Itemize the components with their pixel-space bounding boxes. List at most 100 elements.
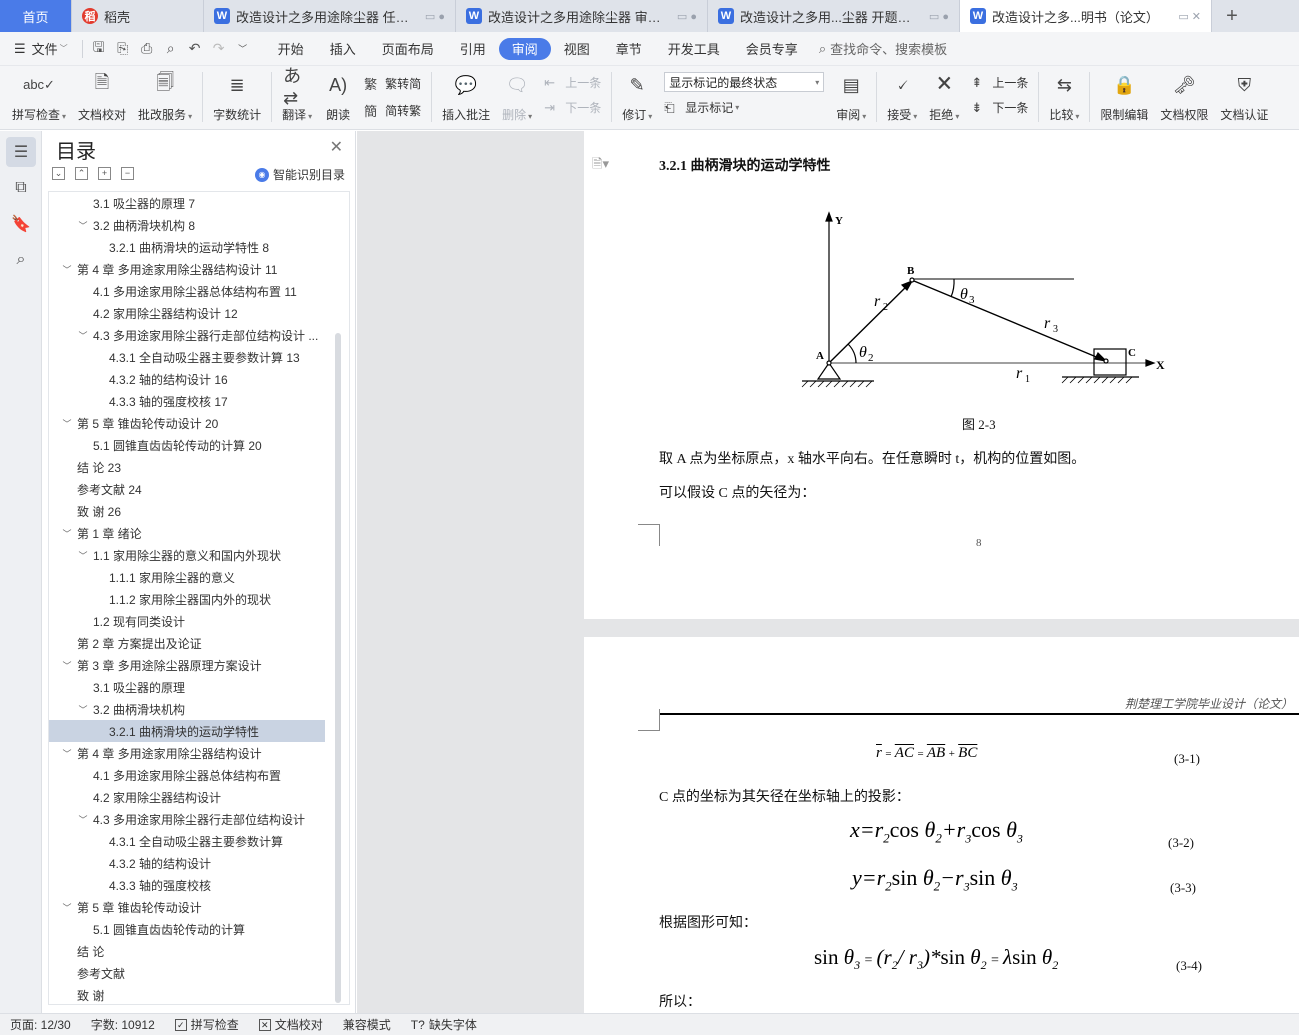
toc-item[interactable]: ﹀ 3.2 曲柄滑块机构 (49, 698, 349, 720)
simp-to-trad-button[interactable]: 簡简转繁 (364, 101, 421, 120)
toc-item[interactable]: 1.1.1 家用除尘器的意义 (49, 566, 349, 588)
smart-toc-button[interactable]: ◉ 智能识别目录 (254, 166, 345, 183)
doc-proof-toggle[interactable]: ✕ 文档校对 (249, 1016, 333, 1033)
menu-tab-home[interactable]: 开始 (265, 38, 317, 60)
menu-tab-section[interactable]: 章节 (603, 38, 655, 60)
document-certification-button[interactable]: ⛨ 文档认证 (1214, 66, 1274, 128)
compare-button[interactable]: ⇆ 比较 ▾ (1043, 66, 1085, 128)
review-pane-button[interactable]: ▤ 审阅 ▾ (830, 66, 872, 128)
delete-comment-button[interactable]: 🗨 删除 ▾ (496, 66, 538, 128)
toc-item[interactable]: 1.2 现有同类设计 (49, 610, 349, 632)
toc-item[interactable]: 1.1.2 家用除尘器国内外的现状 (49, 588, 349, 610)
chevron-down-icon[interactable]: ﹀ (61, 417, 73, 430)
next-comment-button[interactable]: ⇥ 下一条 (544, 99, 601, 116)
redo-icon[interactable]: ↷ (207, 37, 231, 61)
toc-item[interactable]: ﹀ 3.2 曲柄滑块机构 8 (49, 214, 349, 236)
toc-item[interactable]: 4.3.2 轴的结构设计 16 (49, 368, 349, 390)
close-icon[interactable]: ✕ (330, 137, 343, 157)
toc-item[interactable]: 4.3.3 轴的强度校核 17 (49, 390, 349, 412)
doc-proofread-button[interactable]: 🗎 文档校对 (72, 66, 132, 128)
toc-item[interactable]: ﹀ 4.3 多用途家用除尘器行走部位结构设计 (49, 808, 349, 830)
toc-item[interactable]: 4.2 家用除尘器结构设计 12 (49, 302, 349, 324)
toc-item[interactable]: 4.3.3 轴的强度校核 (49, 874, 349, 896)
word-count-indicator[interactable]: 字数: 10912 (81, 1016, 165, 1033)
chevron-down-icon[interactable]: ﹀ (61, 263, 73, 276)
chevron-down-icon[interactable]: ﹀ (77, 329, 89, 342)
add-tab-button[interactable]: + (1212, 0, 1252, 32)
translate-button[interactable]: あ⇄ 翻译 ▾ (276, 66, 318, 128)
restrict-editing-button[interactable]: 🔒 限制编辑 (1094, 66, 1154, 128)
command-search[interactable]: ⌕ 查找命令、搜索模板 (819, 39, 947, 58)
toc-item[interactable]: ﹀ 第 3 章 多用途除尘器原理方案设计 (49, 654, 349, 676)
collapse-all-icon[interactable]: − (121, 167, 134, 180)
reject-button[interactable]: 🗙 拒绝 ▾ (923, 66, 965, 128)
chevron-down-icon[interactable]: ﹀ (77, 219, 89, 232)
accept-button[interactable]: 🗸 接受 ▾ (881, 66, 923, 128)
toc-item[interactable]: ﹀ 第 5 章 锥齿轮传动设计 (49, 896, 349, 918)
menu-tab-view[interactable]: 视图 (551, 38, 603, 60)
collapse-level-icon[interactable]: ⌄ (52, 167, 65, 180)
menu-tab-member[interactable]: 会员专享 (733, 38, 811, 60)
toc-item[interactable]: 结 论 23 (49, 456, 349, 478)
toc-item[interactable]: 4.3.1 全自动吸尘器主要参数计算 13 (49, 346, 349, 368)
menu-tab-references[interactable]: 引用 (447, 38, 499, 60)
document-permission-button[interactable]: 🗝 文档权限 (1154, 66, 1214, 128)
bookmark-icon[interactable]: 🔖 (6, 209, 36, 239)
tab-home[interactable]: 首页 (0, 0, 72, 32)
toc-item[interactable]: 结 论 (49, 940, 349, 962)
toc-item[interactable]: ﹀ 第 4 章 多用途家用除尘器结构设计 (49, 742, 349, 764)
chevron-down-icon[interactable]: ﹀ (77, 813, 89, 826)
toc-item[interactable]: 3.2.1 曲柄滑块的运动学特性 8 (49, 236, 349, 258)
tab-document[interactable]: W 改造设计之多用途除尘器 任务书 ▭ ● (204, 0, 456, 32)
menu-tab-layout[interactable]: 页面布局 (369, 38, 447, 60)
chapter-nav-icon[interactable]: ⧉ (6, 173, 36, 203)
tab-document-active[interactable]: W 改造设计之多...明书（论文） ▭ ✕ (960, 0, 1212, 32)
spell-check-toggle[interactable]: ✓ 拼写检查 (165, 1016, 249, 1033)
toc-item[interactable]: 4.3.2 轴的结构设计 (49, 852, 349, 874)
toc-item[interactable]: ﹀ 第 4 章 多用途家用除尘器结构设计 11 (49, 258, 349, 280)
chevron-down-icon[interactable]: ﹀ (77, 549, 89, 562)
chevron-down-icon[interactable]: ﹀ (77, 703, 89, 716)
print-icon[interactable]: ⎙ (135, 37, 159, 61)
toc-item[interactable]: 4.3.1 全自动吸尘器主要参数计算 (49, 830, 349, 852)
word-count-button[interactable]: ≣ 字数统计 (207, 66, 267, 128)
toc-item[interactable]: ﹀ 第 1 章 绪论 (49, 522, 349, 544)
chevron-down-icon[interactable]: ﹀ (61, 659, 73, 672)
prev-change-button[interactable]: ⇞ 上一条 (971, 74, 1028, 91)
toc-item[interactable]: 4.1 多用途家用除尘器总体结构布置 11 (49, 280, 349, 302)
missing-font-button[interactable]: T? 缺失字体 (401, 1016, 487, 1033)
tab-document[interactable]: W 改造设计之多用途除尘器 审批表 ▭ ● (456, 0, 708, 32)
toc-scrollbar[interactable] (335, 333, 341, 1003)
export-pdf-icon[interactable]: ⎘ (111, 37, 135, 61)
next-change-button[interactable]: ⇟ 下一条 (971, 99, 1028, 116)
toc-item[interactable]: ﹀ 第 5 章 锥齿轮传动设计 20 (49, 412, 349, 434)
chevron-down-icon[interactable]: ﹀ (61, 527, 73, 540)
toc-item[interactable]: 参考文献 (49, 962, 349, 984)
toc-item[interactable]: 3.1 吸尘器的原理 7 (49, 192, 349, 214)
prev-comment-button[interactable]: ⇤ 上一条 (544, 74, 601, 91)
trad-to-simp-button[interactable]: 繁繁转简 (364, 74, 421, 93)
save-icon[interactable]: 🖫 (87, 37, 111, 61)
customize-toolbar-icon[interactable]: ﹀ (231, 37, 255, 61)
tab-document[interactable]: W 改造设计之多用...尘器 开题报告 ▭ ● (708, 0, 960, 32)
search-icon[interactable]: ⌕ (6, 245, 36, 275)
toc-item[interactable]: 4.2 家用除尘器结构设计 (49, 786, 349, 808)
menu-tab-review[interactable]: 审阅 (498, 37, 551, 60)
toc-item[interactable]: ﹀ 4.3 多用途家用除尘器行走部位结构设计 ... (49, 324, 349, 346)
undo-icon[interactable]: ↶ (183, 37, 207, 61)
insert-comment-button[interactable]: 💬 插入批注 (436, 66, 496, 128)
print-preview-icon[interactable]: ⌕ (159, 37, 183, 61)
close-icon[interactable]: ▭ ✕ (1178, 10, 1201, 23)
read-aloud-button[interactable]: A) 朗读 (318, 66, 358, 128)
tab-docer[interactable]: 稻 稻壳 (72, 0, 204, 32)
page-indicator[interactable]: 页面: 12/30 (0, 1016, 81, 1033)
review-service-button[interactable]: 🗐 批改服务 ▾ (132, 66, 198, 128)
expand-all-icon[interactable]: + (98, 167, 111, 180)
show-markup-button[interactable]: ⎗ 显示标记 ▾ (664, 99, 824, 116)
toc-item[interactable]: 3.2.1 曲柄滑块的运动学特性 (49, 720, 325, 742)
page-menu-icon[interactable]: 🗎▾ (592, 155, 609, 177)
document-canvas[interactable]: 🗎▾ 3.2.1 曲柄滑块的运动学特性 Y X A B C r 2 r 3 r … (357, 131, 1299, 1013)
markup-state-select[interactable]: 显示标记的最终状态 ▾ (664, 72, 825, 92)
menu-tab-developer[interactable]: 开发工具 (655, 38, 733, 60)
toc-item[interactable]: 3.1 吸尘器的原理 (49, 676, 349, 698)
